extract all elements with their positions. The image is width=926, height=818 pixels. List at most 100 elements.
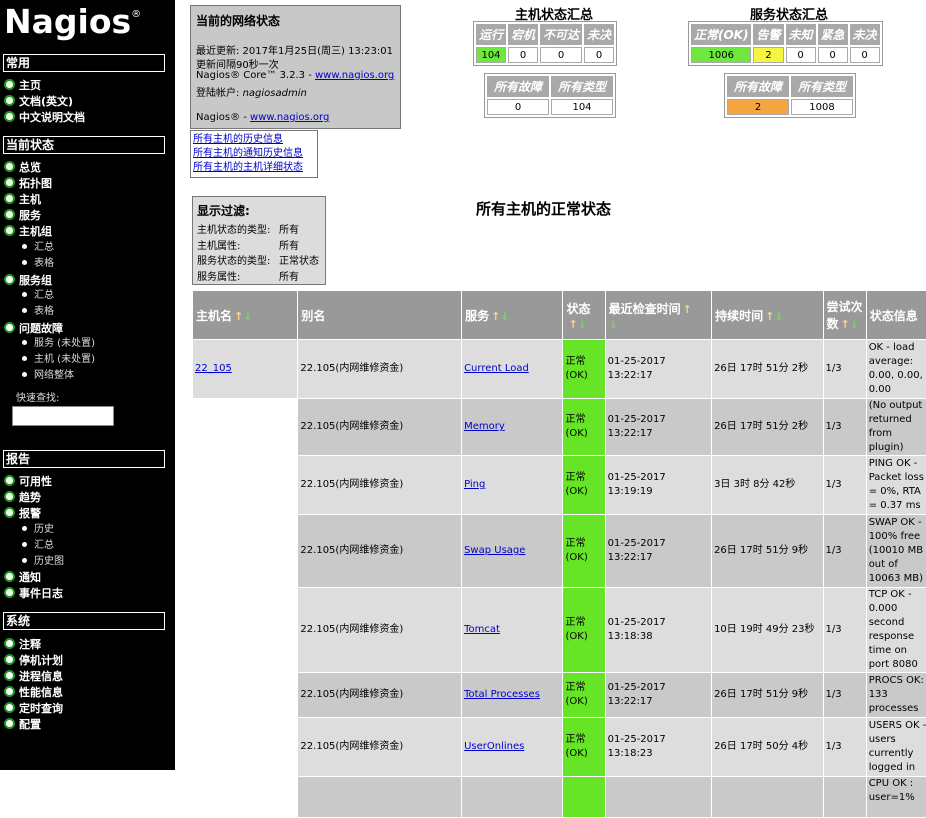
nav-problems-services[interactable]: 服务 (未处置) xyxy=(22,338,95,350)
nav-event-log[interactable]: 事件日志 xyxy=(4,587,63,600)
link-host-notifications[interactable]: 所有主机的通知历史信息 xyxy=(193,147,315,161)
last-check-cell: 01-25-2017 13:18:38 xyxy=(605,588,712,672)
duration-cell: 26日 17时 51分 9秒 xyxy=(712,673,823,717)
bullet-icon xyxy=(4,177,15,188)
nagios-link[interactable]: www.nagios.org xyxy=(315,70,394,81)
nav-downtime[interactable]: 停机计划 xyxy=(4,654,63,667)
section-current-status: 当前状态 xyxy=(3,136,165,154)
sort-asc-icon[interactable]: ↑ xyxy=(491,310,500,323)
host-summary-pending-header[interactable]: 未决 xyxy=(584,24,615,45)
sort-desc-icon[interactable]: ↓ xyxy=(850,318,859,331)
sort-asc-icon[interactable]: ↑ xyxy=(568,318,577,331)
host-summary-all-problems-header[interactable]: 所有故障 xyxy=(487,76,549,97)
host-summary-all-problems-value: 0 xyxy=(487,99,549,115)
host-summary-unreachable-header[interactable]: 不可达 xyxy=(540,24,583,45)
bullet-icon xyxy=(22,260,27,265)
nav-availability[interactable]: 可用性 xyxy=(4,475,52,488)
section-reports: 报告 xyxy=(3,450,165,468)
sidebar: Nagios® 常用 主页 文档(英文) 中文说明文档 当前状态 总览 拓扑图 … xyxy=(0,0,175,770)
sort-asc-icon[interactable]: ↑ xyxy=(234,310,243,323)
service-link[interactable]: UserOnlines xyxy=(464,741,524,752)
nav-docs-cn[interactable]: 中文说明文档 xyxy=(4,111,85,124)
nav-alerts[interactable]: 报警 xyxy=(4,507,41,520)
nav-alerts-summary[interactable]: 汇总 xyxy=(22,540,54,552)
service-summary-all-types-value: 1008 xyxy=(791,99,853,115)
nav-configuration[interactable]: 配置 xyxy=(4,718,41,731)
nav-problems-hosts[interactable]: 主机 (未处置) xyxy=(22,354,95,366)
nav-hosts[interactable]: 主机 xyxy=(4,193,41,206)
nav-tactical-overview[interactable]: 总览 xyxy=(4,161,41,174)
sort-asc-icon[interactable]: ↑ xyxy=(841,318,850,331)
service-summary-all-types-header[interactable]: 所有类型 xyxy=(791,76,853,97)
host-summary-all-types-header[interactable]: 所有类型 xyxy=(551,76,613,97)
quick-search-label: 快速查找: xyxy=(16,393,60,404)
sort-asc-icon[interactable]: ↑ xyxy=(765,310,774,323)
bullet-icon xyxy=(4,322,15,333)
service-link[interactable]: Memory xyxy=(464,421,505,432)
service-summary-warning-header[interactable]: 告警 xyxy=(753,24,784,45)
col-duration-header: 持续时间 ↑↓ xyxy=(712,291,823,339)
service-summary-pending-header[interactable]: 未决 xyxy=(849,24,880,45)
service-summary-unknown-value: 0 xyxy=(785,47,816,63)
service-summary-unknown-header[interactable]: 未知 xyxy=(785,24,816,45)
bullet-icon xyxy=(4,475,15,486)
sort-desc-icon[interactable]: ↓ xyxy=(774,310,783,323)
bullet-icon xyxy=(4,95,15,106)
service-link[interactable]: Total Processes xyxy=(464,689,540,700)
table-row: 22.105(内网维修资金) Tomcat 正常(OK) 01-25-2017 … xyxy=(193,588,926,672)
host-link[interactable]: 22_105 xyxy=(195,363,232,374)
service-link[interactable]: Swap Usage xyxy=(464,545,525,556)
nagios-logo[interactable]: Nagios® xyxy=(4,2,141,42)
last-check-cell: 01-25-2017 13:22:17 xyxy=(605,673,712,717)
nav-network-outages[interactable]: 网络整体 xyxy=(22,370,74,382)
nav-process-info[interactable]: 进程信息 xyxy=(4,670,63,683)
nav-hostgroups-summary[interactable]: 汇总 xyxy=(22,242,54,254)
sort-desc-icon[interactable]: ↓ xyxy=(609,318,618,331)
last-check-cell xyxy=(605,777,712,817)
nav-servicegroups[interactable]: 服务组 xyxy=(4,274,52,287)
host-summary-down-header[interactable]: 宕机 xyxy=(508,24,539,45)
nav-performance-info[interactable]: 性能信息 xyxy=(4,686,63,699)
nav-comments[interactable]: 注释 xyxy=(4,638,41,651)
bullet-icon xyxy=(22,308,27,313)
sort-desc-icon[interactable]: ↓ xyxy=(578,318,587,331)
bullet-icon xyxy=(22,558,27,563)
service-link[interactable]: Tomcat xyxy=(464,624,500,635)
link-host-status-detail[interactable]: 所有主机的主机详细状态 xyxy=(193,161,315,175)
nav-hostgroups[interactable]: 主机组 xyxy=(4,225,52,238)
nav-home[interactable]: 主页 xyxy=(4,79,41,92)
nav-problems[interactable]: 问题故障 xyxy=(4,322,63,335)
network-status-box: 当前的网络状态 最近更新: 2017年1月25日(周三) 13:23:01 更新… xyxy=(190,5,401,129)
attempt-cell: 1/3 xyxy=(823,340,866,398)
link-host-history[interactable]: 所有主机的历史信息 xyxy=(193,133,315,147)
service-summary-critical-header[interactable]: 紧急 xyxy=(817,24,848,45)
nagios-footer-link[interactable]: www.nagios.org xyxy=(250,112,329,123)
host-summary-up-header[interactable]: 运行 xyxy=(476,24,507,45)
alias-cell xyxy=(298,777,462,817)
service-summary-all-problems-header[interactable]: 所有故障 xyxy=(727,76,789,97)
nav-servicegroups-summary[interactable]: 汇总 xyxy=(22,290,54,302)
service-link[interactable]: Current Load xyxy=(464,363,529,374)
service-summary-ok-header[interactable]: 正常(OK) xyxy=(691,24,752,45)
sort-desc-icon[interactable]: ↓ xyxy=(243,310,252,323)
nav-map[interactable]: 拓扑图 xyxy=(4,177,52,190)
nav-servicegroups-grid[interactable]: 表格 xyxy=(22,306,54,318)
service-link[interactable]: Ping xyxy=(464,479,485,490)
nav-docs-en[interactable]: 文档(英文) xyxy=(4,95,73,108)
sort-asc-icon[interactable]: ↑ xyxy=(683,303,692,316)
table-row: CPU OK : user=1% xyxy=(193,777,926,817)
nav-trends[interactable]: 趋势 xyxy=(4,491,41,504)
quick-search-input[interactable] xyxy=(12,406,114,426)
nav-services[interactable]: 服务 xyxy=(4,209,41,222)
nav-scheduling-queue[interactable]: 定时查询 xyxy=(4,702,63,715)
nav-alerts-histogram[interactable]: 历史图 xyxy=(22,556,64,568)
bullet-icon xyxy=(22,244,27,249)
nav-alerts-history[interactable]: 历史 xyxy=(22,524,54,536)
nav-notifications[interactable]: 通知 xyxy=(4,571,41,584)
sort-desc-icon[interactable]: ↓ xyxy=(500,310,509,323)
service-cell: Current Load xyxy=(462,340,563,398)
duration-cell xyxy=(712,777,823,817)
bullet-icon xyxy=(4,571,15,582)
nav-hostgroups-grid[interactable]: 表格 xyxy=(22,258,54,270)
filter-label: 主机状态的类型: xyxy=(197,225,271,236)
